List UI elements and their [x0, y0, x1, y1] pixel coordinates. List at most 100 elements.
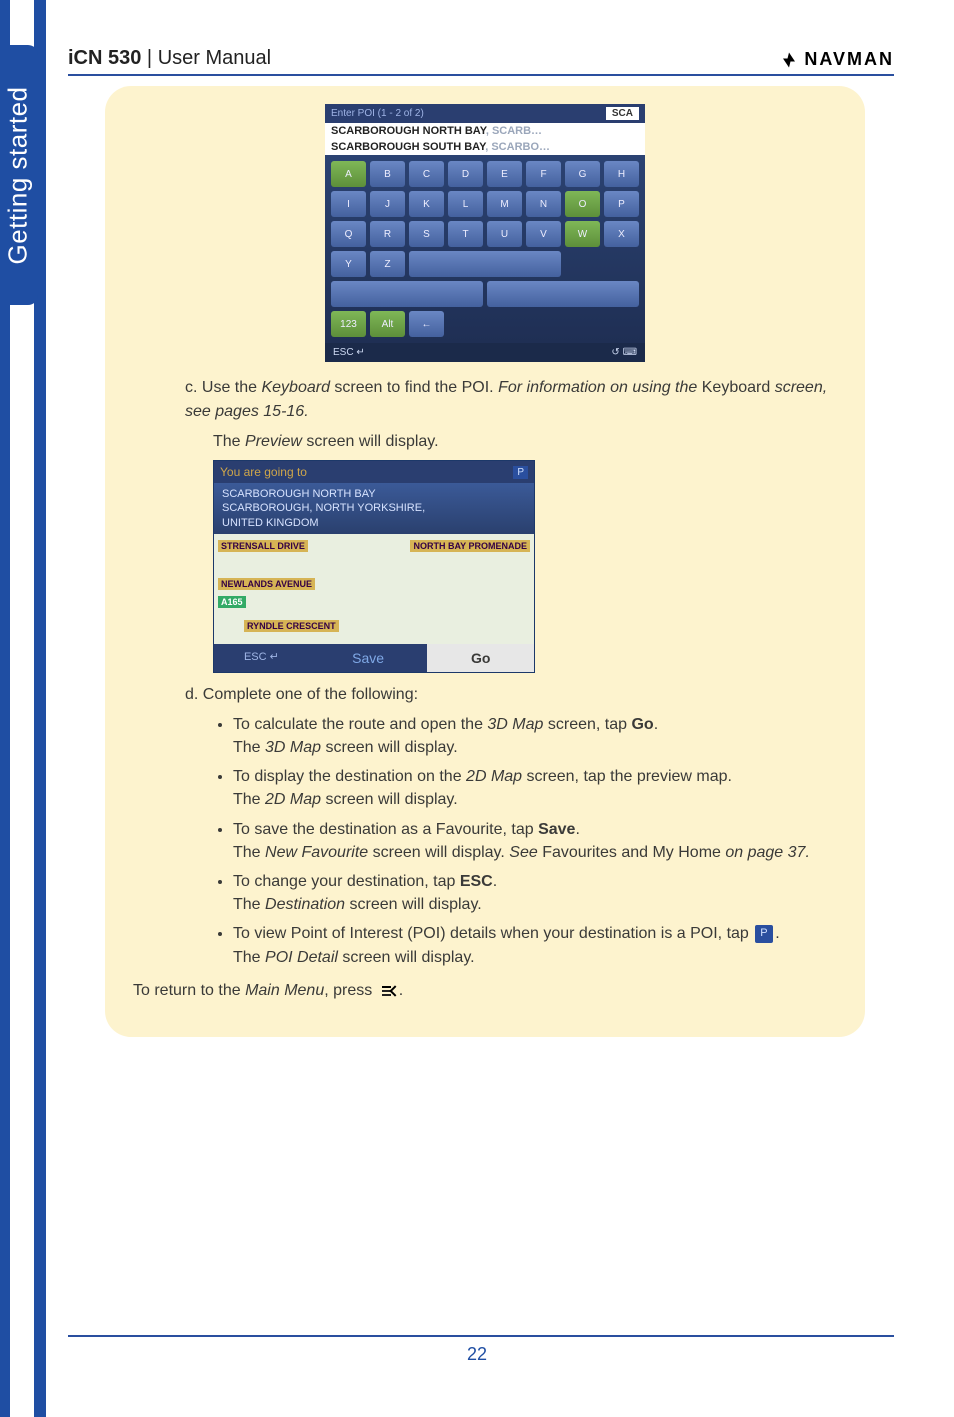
keyboard-key: R	[370, 221, 405, 247]
keyboard-key: F	[526, 161, 561, 187]
action-poi: To view Point of Interest (POI) details …	[233, 922, 837, 968]
t: The	[233, 949, 265, 966]
page-number: 22	[0, 1344, 954, 1365]
preview-buttons: ESC ↵ Save Go	[214, 644, 534, 672]
t: New Favourite	[265, 844, 368, 861]
t: To view Point of Interest (POI) details …	[233, 925, 753, 942]
brand-logo: NAVMAN	[780, 49, 894, 70]
t: For information on using the	[498, 379, 702, 396]
t: The	[233, 791, 265, 808]
keyboard-key: U	[487, 221, 522, 247]
preview-address: SCARBOROUGH NORTH BAY SCARBOROUGH, NORTH…	[214, 483, 534, 534]
keyboard-grid: ABCDEFGHIJKLMNOPQRSTUVWXYZ123Alt←	[325, 155, 645, 343]
t: screen, tap the preview map.	[522, 768, 732, 785]
t: Destination	[265, 896, 345, 913]
result-faded: , SCARBO…	[485, 141, 550, 153]
road-shield: A165	[218, 596, 246, 608]
section-tab: Getting started	[0, 45, 38, 305]
road-label: NEWLANDS AVENUE	[218, 578, 315, 590]
t: .	[493, 873, 497, 890]
keyboard-key: I	[331, 191, 366, 217]
preview-screenshot: You are going to P SCARBOROUGH NORTH BAY…	[213, 460, 535, 673]
keyboard-key	[487, 281, 639, 307]
keyboard-key: C	[409, 161, 444, 187]
t: 3D Map	[487, 716, 543, 733]
t: Main Menu	[245, 982, 324, 999]
preview-titlebar-text: You are going to	[220, 465, 307, 479]
keyboard-key: X	[604, 221, 639, 247]
keyboard-key: Q	[331, 221, 366, 247]
step-d: d. Complete one of the following: To cal…	[133, 683, 837, 1003]
t: , press	[324, 982, 376, 999]
t: Keyboard	[702, 379, 771, 396]
t: To change your destination, tap	[233, 873, 460, 890]
poi-icon	[755, 925, 773, 943]
t: screen will display.	[321, 739, 458, 756]
t: screen will display.	[345, 896, 482, 913]
keyboard-key: P	[604, 191, 639, 217]
preview-esc-button: ESC ↵	[214, 644, 309, 672]
keyboard-titlebar-text: Enter POI (1 - 2 of 2)	[331, 108, 424, 119]
keyboard-key: A	[331, 161, 366, 187]
return-line: To return to the Main Menu, press .	[133, 979, 837, 1003]
keyboard-key: 123	[331, 311, 366, 337]
keyboard-key: V	[526, 221, 561, 247]
keyboard-key: T	[448, 221, 483, 247]
addr-line1: SCARBOROUGH NORTH BAY	[222, 487, 526, 501]
action-esc: To change your destination, tap ESC. The…	[233, 870, 837, 916]
t: screen, tap	[543, 716, 631, 733]
t: screen to find the POI.	[330, 379, 498, 396]
step-d-lead: d. Complete one of the following:	[133, 683, 837, 707]
brand-icon	[780, 51, 798, 69]
t: To return to the	[133, 982, 245, 999]
addr-line3: UNITED KINGDOM	[222, 516, 526, 530]
t: c. Use the	[185, 379, 261, 396]
t: The	[233, 844, 265, 861]
t: Go	[631, 716, 653, 733]
preview-save-button: Save	[309, 644, 428, 672]
t: The	[233, 896, 265, 913]
keyboard-key	[409, 251, 561, 277]
t: 2D Map	[466, 768, 522, 785]
brand-text: NAVMAN	[804, 49, 894, 70]
keyboard-key: O	[565, 191, 600, 217]
preview-map: STRENSALL DRIVE NORTH BAY PROMENADE NEWL…	[214, 534, 534, 644]
section-tab-label: Getting started	[3, 86, 34, 264]
bottom-rule	[68, 1335, 894, 1337]
page-header: iCN 530 | User Manual NAVMAN	[68, 30, 894, 76]
t: 3D Map	[265, 739, 321, 756]
t: Favourites and My Home	[542, 844, 721, 861]
header-subtitle: User Manual	[158, 47, 271, 69]
addr-line2: SCARBOROUGH, NORTH YORKSHIRE,	[222, 501, 526, 515]
t: screen will display.	[368, 844, 509, 861]
t: The	[233, 739, 265, 756]
t: See	[509, 844, 542, 861]
step-c-line2: The Preview screen will display.	[133, 430, 837, 454]
preview-titlebar: You are going to P	[214, 461, 534, 483]
result-main: SCARBOROUGH SOUTH BAY	[331, 141, 485, 153]
keyboard-key: E	[487, 161, 522, 187]
road-label: RYNDLE CRESCENT	[244, 620, 339, 632]
step-d-list: To calculate the route and open the 3D M…	[133, 713, 837, 969]
t: .	[575, 821, 579, 838]
keyboard-screenshot: Enter POI (1 - 2 of 2) SCA SCARBOROUGH N…	[325, 104, 645, 362]
action-preview-map: To display the destination on the 2D Map…	[233, 765, 837, 811]
t: To display the destination on the	[233, 768, 466, 785]
t: Save	[538, 821, 575, 838]
road-label: NORTH BAY PROMENADE	[410, 540, 530, 552]
t: POI Detail	[265, 949, 338, 966]
header-title: iCN 530 | User Manual	[68, 47, 271, 70]
step-c: c. Use the Keyboard screen to find the P…	[133, 376, 837, 454]
keyboard-footer-icons: ↺ ⌨	[611, 347, 637, 358]
content-panel: Enter POI (1 - 2 of 2) SCA SCARBOROUGH N…	[105, 86, 865, 1037]
keyboard-footer: ESC ↵ ↺ ⌨	[325, 343, 645, 362]
t: To calculate the route and open the	[233, 716, 487, 733]
keyboard-key: Y	[331, 251, 366, 277]
t: ESC	[460, 873, 493, 890]
keyboard-key: L	[448, 191, 483, 217]
action-save: To save the destination as a Favourite, …	[233, 818, 837, 864]
keyboard-esc: ESC ↵	[333, 347, 365, 358]
keyboard-search-value: SCA	[606, 107, 639, 120]
t: Keyboard	[261, 379, 330, 396]
keyboard-key	[331, 281, 483, 307]
